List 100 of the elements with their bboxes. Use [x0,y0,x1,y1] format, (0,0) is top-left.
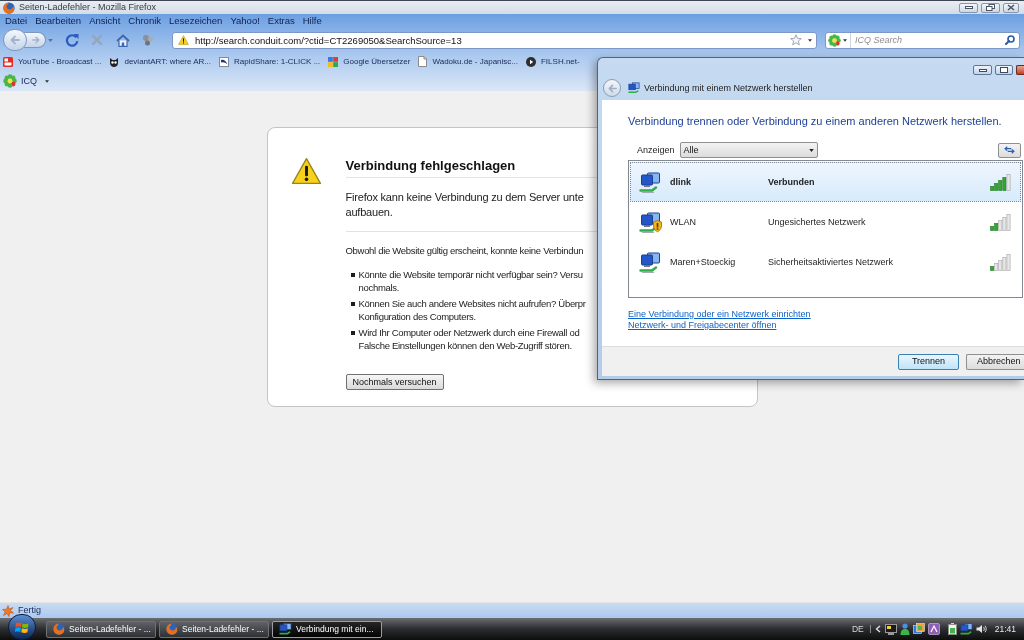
bookmark-item[interactable]: Google Übersetzer [328,56,411,67]
link[interactable]: Netzwerk- und Freigabecenter öffnen [628,320,777,331]
refresh-icon [1004,146,1015,154]
caret-icon [45,79,49,83]
warning-icon [178,35,189,45]
bullet-icon [350,302,355,306]
search-bar[interactable]: ICQ Search [825,31,1020,49]
menu-item[interactable]: Chronik [128,16,162,26]
burst-icon [2,604,14,617]
network-status: Verbunden [768,177,815,187]
network-status: Ungesichertes Netzwerk [768,217,866,227]
nodes-icon[interactable] [142,34,154,46]
close-button[interactable] [1003,2,1019,13]
arrow-left-icon [10,35,20,45]
language-indicator[interactable]: DE [851,624,864,634]
bookmark-item[interactable]: YouTube - Broadcast ... [3,56,102,67]
swoosh-icon [219,56,230,67]
url-field[interactable]: http://search.conduit.com/?ctid=CT2269050&SearchSource=13 [195,34,790,46]
speaker-icon[interactable] [975,624,987,634]
search-field[interactable]: ICQ Search [855,35,1005,45]
maximize-button[interactable] [995,65,1013,75]
bookmark-item[interactable]: RapidShare: 1-CLICK ... [219,56,321,67]
star-icon[interactable] [790,34,802,46]
status-text: Fertig [18,606,41,615]
page-icon [418,56,428,67]
person-icon[interactable] [899,623,910,635]
taskbar-button[interactable]: Verbindung mit ein... [272,620,382,638]
flower-icon [828,33,841,47]
video-logo-icon [3,56,13,67]
bullet-icon [350,331,355,335]
play-icon [526,56,536,67]
error-message: Firefox kann keine Verbindung zu dem Server unte aufbauen. [345,190,584,220]
maximize-icon [1000,67,1008,73]
menu-item[interactable]: Ansicht [89,16,121,26]
error-detail: Obwohl die Website gültig erscheint, konnte keine Verbindun [345,244,584,257]
dialog-button[interactable]: Abbrechen [966,353,1024,370]
network-row[interactable]: dlink Verbunden [630,162,1021,202]
dialog-button[interactable]: Trennen [898,353,959,370]
refresh-button[interactable] [998,142,1021,158]
bullet-text: Können Sie auch andere Websites nicht aufrufen? Überpr Konfiguration des Computers. [358,297,586,323]
network-status: Sicherheitsaktiviertes Netzwerk [768,257,894,267]
chevron-icon[interactable] [874,625,881,633]
caret-icon[interactable] [843,38,847,42]
arrow-left-icon [607,83,617,93]
minimize-icon [978,68,987,72]
caret-icon [808,148,814,152]
warning-icon [290,157,322,185]
menu-item[interactable]: Bearbeiten [35,16,82,26]
search-icon[interactable] [1005,35,1015,45]
menu-item[interactable]: Extras [267,16,295,26]
restore-icon [986,4,995,11]
network-name: Maren+Stoeckig [670,257,736,267]
taskbar-button[interactable]: Seiten-Ladefehler - ... [46,620,156,638]
restore-button[interactable] [981,2,1000,13]
back-button[interactable] [3,29,27,51]
bookmark-item[interactable]: FILSH.net- [526,56,580,67]
bullet-text: Wird Ihr Computer oder Netzwerk durch eine Firewall od Falsche Einstellungen können den Web-Zugriff stören. [358,326,580,352]
battery-icon[interactable] [947,623,957,635]
mascot-icon [109,56,120,67]
bookmark-item[interactable]: deviantART: where AR... [109,56,212,67]
minimize-button[interactable] [959,2,978,13]
tile-icon[interactable] [927,623,940,635]
app-logo-icon [3,1,15,14]
window-title: Seiten-Ladefehler - Mozilla Firefox [19,3,157,12]
monitor-icon[interactable] [884,623,897,635]
menu-item[interactable]: Hilfe [302,16,322,26]
link[interactable]: Eine Verbindung oder ein Netzwerk einrichten [628,309,811,320]
dialog-title: Verbindung mit einem Netzwerk herstellen [644,83,813,93]
minimize-button[interactable] [973,65,992,75]
bullet-icon [350,273,355,277]
dialog-heading: Verbindung trennen oder Verbindung zu einem anderen Netzwerk herstellen. [628,114,1002,128]
menu-item[interactable]: Lesezeichen [169,16,223,26]
network-status-icon[interactable] [959,623,973,635]
home-icon[interactable] [116,33,130,47]
taskbar-button[interactable]: Seiten-Ladefehler - ... [159,620,269,638]
caret-icon[interactable] [808,38,812,42]
tiles-icon [328,56,339,67]
bookmark-item[interactable]: Wadoku.de - Japanisc... [418,56,518,67]
flower-icon [3,74,17,88]
reload-icon[interactable] [65,33,79,47]
forward-button[interactable] [24,32,46,48]
network-name: WLAN [670,217,696,227]
filter-label: Anzeigen [637,145,675,155]
network-icon [279,623,292,635]
menu-item[interactable]: Yahoo! [230,16,260,26]
bullet-text: Könnte die Website temporär nicht verfügbar sein? Versu nochmals. [358,268,583,294]
app-logo-icon [166,623,178,635]
close-icon [1007,4,1015,11]
start-button[interactable] [8,614,36,640]
minimize-icon [964,6,973,9]
menu-item[interactable]: Datei [5,16,28,26]
address-bar[interactable]: http://search.conduit.com/?ctid=CT2269050&SearchSource=13 [172,31,817,49]
view-select[interactable]: Alle [679,142,818,158]
clock[interactable]: 21:41 [994,624,1016,634]
flag-icon [15,620,29,634]
arrow-right-icon [32,36,40,44]
retry-button[interactable]: Nochmals versuchen [345,374,444,390]
close-button[interactable] [1016,65,1024,75]
window-icon[interactable] [912,623,925,635]
icq-menu-button[interactable]: ICQ [3,74,49,88]
